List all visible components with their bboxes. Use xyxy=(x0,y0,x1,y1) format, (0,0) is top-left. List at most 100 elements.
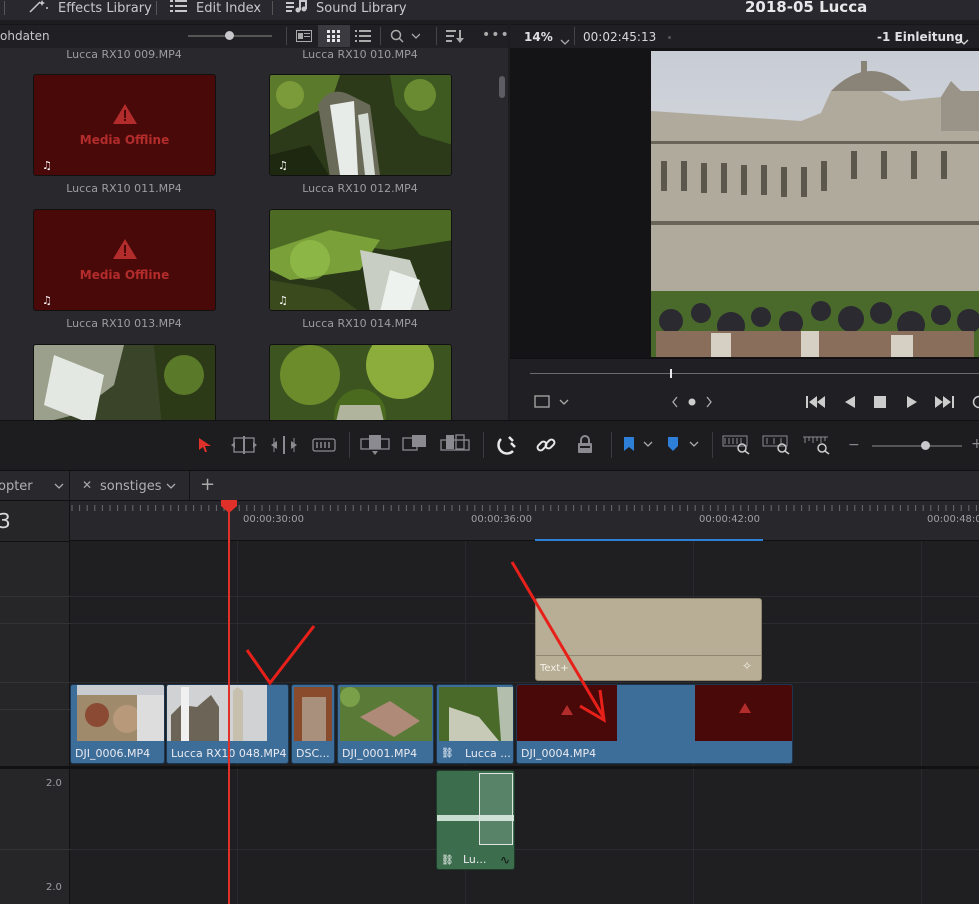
tab-timeline-1[interactable]: opter xyxy=(0,471,70,500)
loop-icon[interactable] xyxy=(971,395,979,412)
close-icon[interactable]: ✕ xyxy=(82,478,92,492)
tick-label: 00:00:48:0 xyxy=(927,514,979,525)
video-clip[interactable]: DJI_0006.MP4 xyxy=(70,684,165,764)
transform-overlay-icon[interactable] xyxy=(534,395,570,412)
media-clip-thumbnail[interactable]: Media Offline ♫ xyxy=(33,74,216,176)
play-reverse-icon[interactable] xyxy=(844,395,856,412)
media-clip-thumbnail[interactable]: ♫ xyxy=(269,74,452,176)
wand-icon xyxy=(28,0,50,17)
offline-frame xyxy=(695,685,792,741)
list-view-icon[interactable] xyxy=(355,30,371,45)
skip-to-end-icon[interactable] xyxy=(934,395,954,412)
playhead-line[interactable] xyxy=(228,501,230,904)
zoom-custom-icon[interactable] xyxy=(802,435,832,458)
timeline-chevron-icon[interactable] xyxy=(959,34,969,48)
marker-icon[interactable] xyxy=(666,437,700,454)
divider xyxy=(0,596,70,597)
divider xyxy=(156,1,157,15)
media-pool-header: ohdaten ••• xyxy=(0,24,510,48)
overwrite-clip-icon[interactable] xyxy=(402,434,428,459)
position-lock-icon[interactable] xyxy=(576,435,594,458)
clip-label: Lucca RX10 012.MP4 xyxy=(302,182,418,195)
video-clip[interactable]: ⛓ Lucca ... xyxy=(436,684,514,764)
skip-to-start-icon[interactable] xyxy=(806,395,826,412)
divider xyxy=(70,623,979,624)
divider xyxy=(0,849,70,850)
clip-label: Lucca RX10 013.MP4 xyxy=(66,317,182,330)
link-icon[interactable] xyxy=(536,435,556,458)
video-clip[interactable]: DSC... xyxy=(291,684,335,764)
video-clip[interactable]: DJI_0001.MP4 xyxy=(337,684,434,764)
render-range-indicator xyxy=(535,539,763,541)
more-options-icon[interactable]: ••• xyxy=(482,27,510,43)
zoom-out-icon[interactable]: − xyxy=(848,437,860,453)
trim-tool-icon[interactable] xyxy=(230,436,258,457)
link-icon: ⛓ xyxy=(441,855,454,866)
effects-library-button[interactable]: Effects Library xyxy=(28,0,152,16)
text-plus-clip[interactable]: Text+ ✧ xyxy=(535,598,762,681)
dynamic-trim-icon[interactable] xyxy=(270,436,298,457)
stop-icon[interactable] xyxy=(874,396,886,411)
warning-icon xyxy=(561,705,573,715)
zoom-detail-icon[interactable] xyxy=(762,435,792,458)
blade-tool-icon[interactable] xyxy=(312,438,336,455)
zoom-slider[interactable] xyxy=(872,445,962,447)
track-number: 3 xyxy=(0,509,11,533)
divider xyxy=(0,709,70,710)
offline-frame xyxy=(517,685,617,741)
audio-note-icon: ♫ xyxy=(42,294,52,307)
flag-icon[interactable] xyxy=(622,437,654,454)
clip-thumbnail xyxy=(77,685,164,741)
timecode[interactable]: 00:02:45:13 xyxy=(583,30,656,44)
divider xyxy=(483,432,484,458)
media-clip-thumbnail[interactable] xyxy=(33,344,216,420)
clip-navigation-icon[interactable] xyxy=(672,396,712,411)
chevron-down-icon[interactable] xyxy=(54,483,64,489)
divider xyxy=(0,623,70,624)
edit-index-label: Edit Index xyxy=(196,0,262,16)
video-clip[interactable]: DJI_0004.MP4 xyxy=(516,684,793,764)
sort-icon[interactable] xyxy=(446,29,464,46)
transition-fade[interactable] xyxy=(479,773,513,845)
zoom-slider-handle[interactable] xyxy=(921,441,930,450)
clip-thumbnail xyxy=(439,687,513,741)
chevron-down-icon[interactable] xyxy=(166,483,176,489)
tab-label: sonstiges xyxy=(100,479,162,494)
sound-library-button[interactable]: Sound Library xyxy=(286,0,407,16)
timeline-selector[interactable]: -1 Einleitung xyxy=(877,30,963,44)
audio-clip[interactable]: ⛓ Lu... ∿ xyxy=(436,770,515,870)
thumbnail-view-button[interactable] xyxy=(318,25,350,47)
scrubber-handle[interactable] xyxy=(670,369,672,378)
search-icon[interactable] xyxy=(390,29,421,46)
metadata-view-icon[interactable] xyxy=(296,30,312,45)
divider xyxy=(0,766,70,769)
media-clip-thumbnail[interactable]: ♫ xyxy=(269,209,452,311)
add-tab-button[interactable]: + xyxy=(200,474,215,495)
clip-label: Lucca RX10 009.MP4 xyxy=(66,48,182,61)
play-icon[interactable] xyxy=(906,395,918,412)
tick-label: 00:00:42:00 xyxy=(699,514,761,525)
playhead-handle[interactable] xyxy=(220,500,238,514)
zoom-full-icon[interactable] xyxy=(722,435,752,458)
tab-timeline-sonstiges[interactable]: ✕ sonstiges xyxy=(72,471,190,500)
media-clip-thumbnail[interactable]: Media Offline ♫ xyxy=(33,209,216,311)
scrubber-track[interactable] xyxy=(530,373,979,374)
warning-icon xyxy=(113,104,137,124)
viewer xyxy=(510,48,979,358)
preview-frame[interactable] xyxy=(651,51,979,357)
bin-name: ohdaten xyxy=(0,29,50,43)
chevron-down-icon[interactable] xyxy=(560,34,570,48)
snapping-icon[interactable] xyxy=(497,435,517,458)
replace-clip-icon[interactable] xyxy=(440,434,470,459)
selection-tool-icon[interactable] xyxy=(198,437,212,456)
media-clip-thumbnail[interactable] xyxy=(269,344,452,420)
timeline-ruler[interactable]: 00:00:30:00 00:00:36:00 00:00:42:00 00:0… xyxy=(70,501,979,541)
insert-clip-icon[interactable] xyxy=(360,434,390,459)
media-pool-scrollbar[interactable] xyxy=(499,76,505,98)
edit-index-button[interactable]: Edit Index xyxy=(170,0,261,16)
media-offline-text: Media Offline xyxy=(79,133,170,147)
zoom-in-icon[interactable]: + xyxy=(971,436,979,452)
zoom-level[interactable]: 14% xyxy=(524,30,553,44)
tab-label: opter xyxy=(0,479,33,494)
thumbnail-size-handle[interactable] xyxy=(225,31,234,40)
